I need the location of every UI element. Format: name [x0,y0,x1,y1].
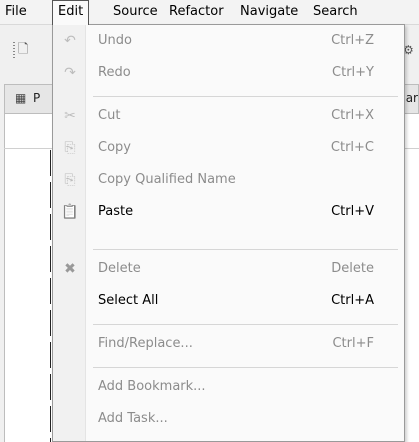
menu-item-shortcut: Ctrl+A [331,293,374,308]
menu-item-cut[interactable]: ✂ Cut Ctrl+X [53,100,404,132]
copy-qualified-name-icon: ⎘ [64,172,76,188]
menu-item-undo[interactable]: ↶ Undo Ctrl+Z [53,25,404,57]
edit-menu-dropdown: ↶ Undo Ctrl+Z ↷ Redo Ctrl+Y ✂ Cut Ctrl+X… [52,24,405,442]
menu-item-shortcut: Ctrl+V [331,204,374,219]
menu-item-shortcut: Ctrl+Z [331,33,374,48]
menu-item-label: Undo [98,33,132,48]
undo-icon: ↶ [64,33,76,49]
menu-separator [93,96,398,97]
menu-item-label: Find/Replace... [98,336,193,351]
menu-item-add-bookmark[interactable]: Add Bookmark... [53,371,404,403]
tree-guide-lines [50,150,51,442]
menu-item-label: Add Bookmark... [98,379,206,394]
menu-item-shortcut: Ctrl+Y [332,65,374,80]
copy-icon: ⎘ [64,140,76,156]
menu-refactor[interactable]: Refactor [164,0,229,24]
menu-separator [93,324,398,325]
paste-icon: 📋 [61,204,79,220]
menu-bar: File Edit Source Refactor Navigate Searc… [0,0,419,25]
menu-item-copy[interactable]: ⎘ Copy Ctrl+C [53,132,404,164]
delete-icon: ✖ [64,261,76,277]
menu-item-label: Copy [98,140,131,155]
menu-item-select-all[interactable]: Select All Ctrl+A [53,285,404,317]
menu-item-shortcut: Delete [331,261,374,276]
menu-edit[interactable]: Edit [52,0,90,25]
menu-item-find-replace[interactable]: Find/Replace... Ctrl+F [53,328,404,360]
view-tab-right-label[interactable]: ar [406,91,418,105]
menu-item-delete[interactable]: ✖ Delete Delete [53,253,404,285]
menu-item-label: Cut [98,108,121,123]
menu-search[interactable]: Search [308,0,363,24]
view-tab-label[interactable]: P [33,91,40,105]
package-explorer-icon[interactable]: ▦ [15,91,26,105]
menu-item-label: Copy Qualified Name [98,172,236,187]
menu-item-add-task[interactable]: Add Task... [53,403,404,435]
menu-file[interactable]: File [0,0,32,24]
menu-item-label: Select All [98,293,159,308]
new-file-icon[interactable]: 🗋 [18,42,34,58]
menu-navigate[interactable]: Navigate [235,0,303,24]
cut-icon: ✂ [64,108,76,124]
menu-item-shortcut: Ctrl+C [330,140,374,155]
menu-item-shortcut: Ctrl+F [332,336,374,351]
menu-item-redo[interactable]: ↷ Redo Ctrl+Y [53,57,404,89]
menu-source[interactable]: Source [108,0,163,24]
menu-item-label: Add Task... [98,411,168,426]
menu-separator [93,367,398,368]
redo-icon: ↷ [64,65,76,81]
toolbar-overflow-icon[interactable]: ⚙ [403,42,419,58]
menu-item-label: Paste [98,204,134,219]
menu-separator [93,249,398,250]
menu-item-paste[interactable]: 📋 Paste Ctrl+V [53,196,404,228]
menu-item-label: Delete [98,261,141,276]
menu-item-copy-qualified-name[interactable]: ⎘ Copy Qualified Name [53,164,404,196]
menu-item-label: Redo [98,65,131,80]
menu-item-shortcut: Ctrl+X [331,108,374,123]
toolbar-grip[interactable] [13,42,15,60]
